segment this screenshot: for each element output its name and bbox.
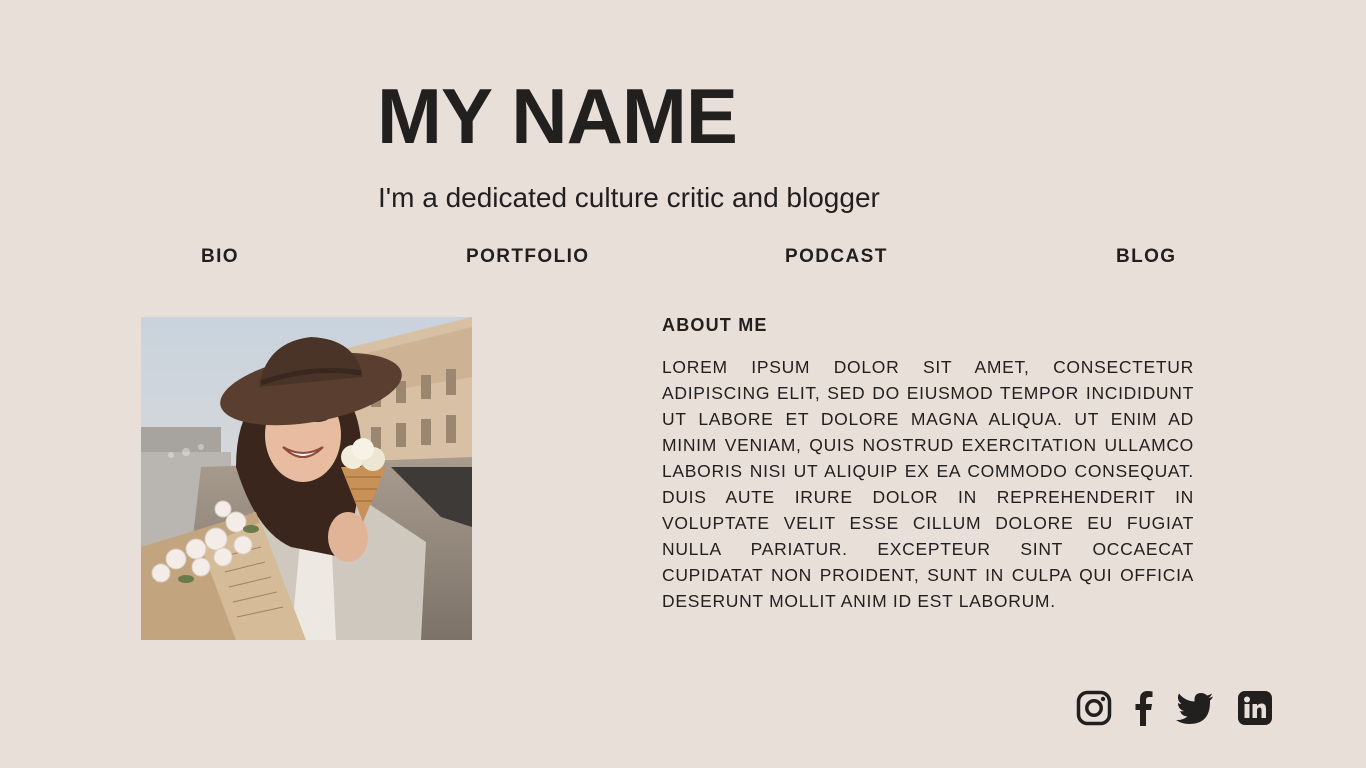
page-title: MY NAME xyxy=(377,72,738,160)
about-body: LOREM IPSUM DOLOR SIT AMET, CONSECTETUR … xyxy=(662,357,1194,611)
profile-photo xyxy=(141,317,472,640)
instagram-icon[interactable] xyxy=(1076,690,1112,726)
nav-link-podcast[interactable]: PODCAST xyxy=(785,245,888,269)
nav-link-blog[interactable]: BLOG xyxy=(1116,245,1177,269)
about-heading: ABOUT ME xyxy=(662,315,768,335)
twitter-icon[interactable] xyxy=(1176,690,1213,726)
nav-link-portfolio[interactable]: PORTFOLIO xyxy=(466,245,589,269)
facebook-icon[interactable] xyxy=(1126,690,1162,726)
linkedin-icon[interactable] xyxy=(1237,690,1273,726)
tagline: I'm a dedicated culture critic and blogg… xyxy=(378,182,880,213)
nav-link-bio[interactable]: BIO xyxy=(201,245,239,269)
